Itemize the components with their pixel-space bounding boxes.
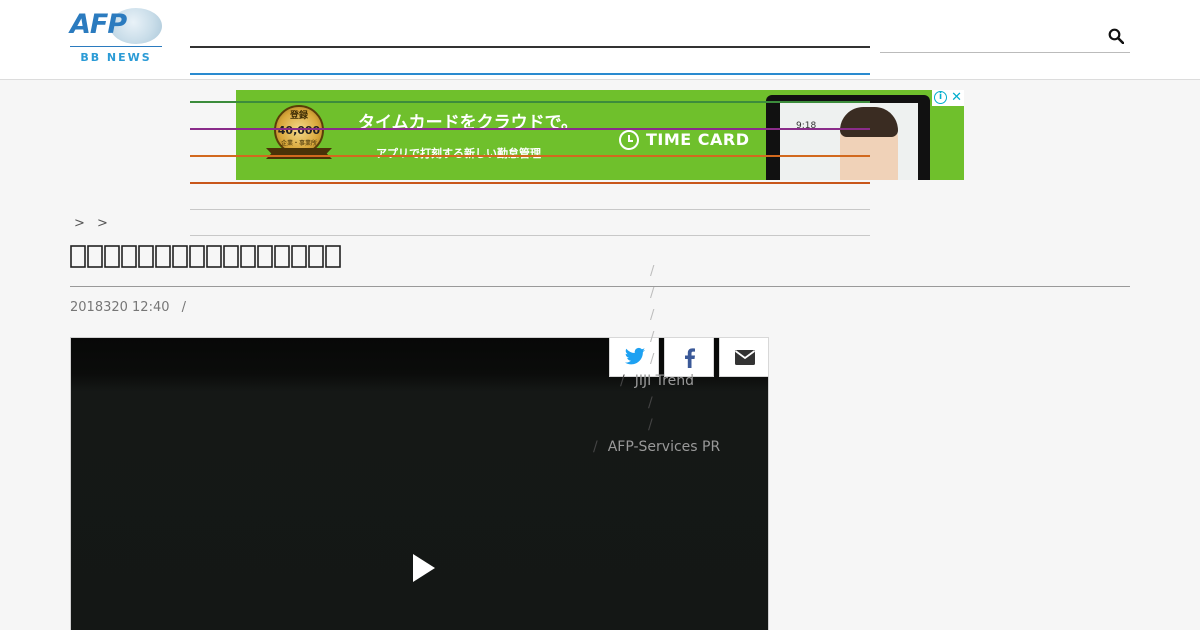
menu-item-afp-services-pr[interactable]: / AFP-Services PR xyxy=(593,439,720,455)
nav-bar-secondary[interactable] xyxy=(190,73,870,75)
menu-item-jiji-trend[interactable]: / JIJI Trend xyxy=(620,373,694,389)
email-share-button[interactable] xyxy=(719,337,769,377)
nav-bar-primary[interactable] xyxy=(190,46,870,48)
email-icon xyxy=(734,350,756,365)
ad-banner[interactable]: 登録 40,000 企業・事業所 タイムカードをクラウドで。 アプリで打刻する新… xyxy=(236,90,964,180)
breadcrumb-separator: > xyxy=(97,216,108,231)
meta-separator: / xyxy=(181,300,187,315)
search-icon[interactable] xyxy=(1108,28,1124,44)
menu-separator: / xyxy=(650,352,655,367)
menu-separator: / xyxy=(650,286,655,301)
afp-bb-news-logo[interactable]: AFP BB NEWS xyxy=(70,6,162,64)
breadcrumb: > > xyxy=(74,216,116,231)
logo-rule xyxy=(70,46,162,47)
menu-separator: / xyxy=(650,330,655,345)
article-title xyxy=(70,244,352,277)
logo-subtitle: BB NEWS xyxy=(80,51,152,64)
facebook-share-button[interactable] xyxy=(664,337,714,377)
menu-separator: / xyxy=(650,308,655,323)
menu-item[interactable]: / xyxy=(648,417,663,433)
logo-text: AFP xyxy=(70,9,127,40)
title-divider xyxy=(70,286,1130,287)
twitter-icon xyxy=(624,347,646,365)
article-date: 2018320 12:40 xyxy=(70,300,170,315)
close-icon[interactable]: ✕ xyxy=(951,90,962,105)
ad-badge-foot: 企業・事業所 xyxy=(280,140,317,147)
ad-subline: アプリで打刻する新しい勤怠管理 xyxy=(376,147,541,160)
menu-line-purple[interactable] xyxy=(190,128,870,130)
menu-line-grey[interactable] xyxy=(190,209,870,210)
search-input[interactable] xyxy=(880,20,1130,53)
ad-badge-top: 登録 xyxy=(289,111,308,121)
breadcrumb-separator: > xyxy=(74,216,85,231)
facebook-icon xyxy=(685,348,695,368)
menu-line-orange[interactable] xyxy=(190,155,870,157)
ad-badge-number: 40,000 xyxy=(277,124,321,137)
site-header: AFP BB NEWS xyxy=(0,0,1200,80)
menu-line-green[interactable] xyxy=(190,101,870,103)
menu-separator: / xyxy=(650,264,655,279)
clock-icon xyxy=(619,130,639,150)
ad-badge-ribbon xyxy=(266,148,332,159)
info-icon[interactable]: i xyxy=(934,91,947,104)
menu-item[interactable]: / xyxy=(648,395,663,411)
play-icon[interactable] xyxy=(413,554,435,582)
ad-choices[interactable]: i ✕ xyxy=(932,90,964,106)
article-meta: 2018320 12:40 / xyxy=(70,300,186,315)
ad-brand: TIME CARD xyxy=(646,130,750,149)
menu-line-orange-2[interactable] xyxy=(190,182,870,184)
missing-glyph-boxes xyxy=(70,244,352,277)
ad-tablet-image: 9:18 xyxy=(766,95,930,180)
menu-line-grey-2[interactable] xyxy=(190,235,870,236)
